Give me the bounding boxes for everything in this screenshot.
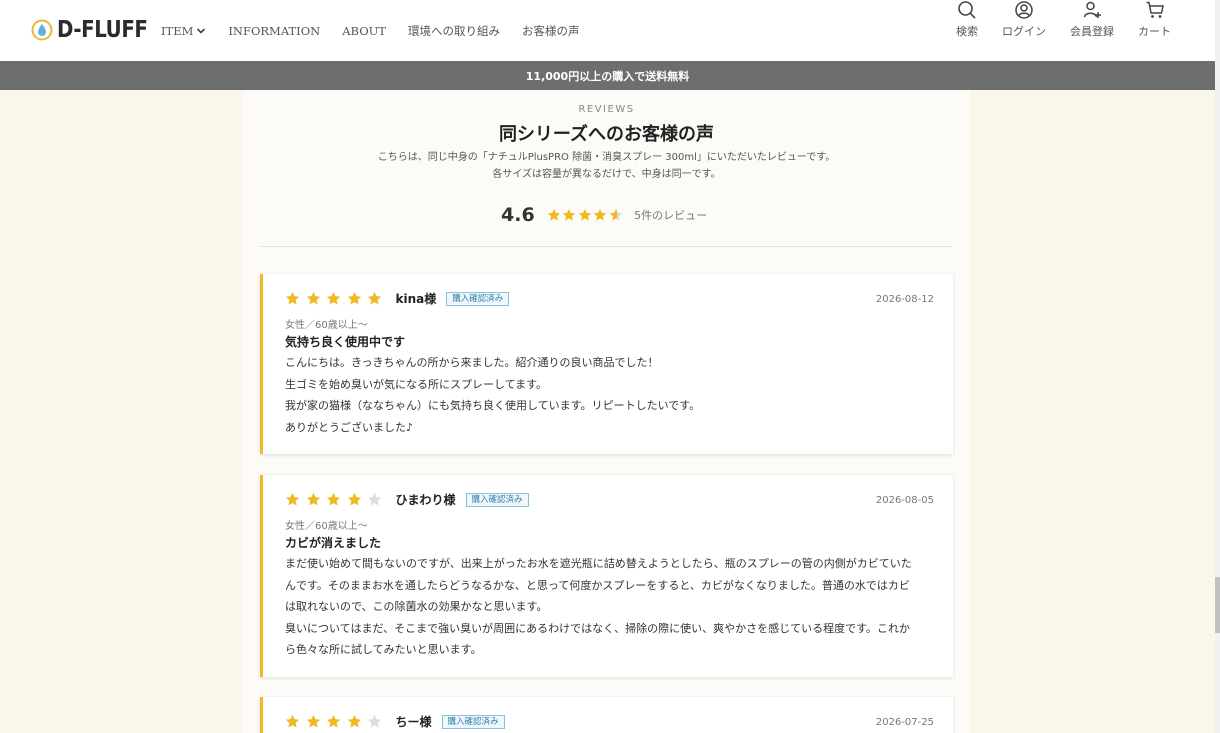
rating-summary: 4.6 5件のレビュー [501, 204, 707, 226]
section-divider [260, 246, 953, 247]
search-label: 検索 [956, 25, 978, 38]
reviewer-name: ひまわり様 [395, 493, 456, 507]
main-nav: ITEM INFORMATION ABOUT 環境への取り組み お客様の声 [161, 23, 601, 39]
reviews-description: こちらは、同じ中身の「ナチュルPlusPRO 除菌・消臭スプレー 300ml」に… [243, 149, 970, 183]
review-line: ら色々な所に試してみたいと思います。 [285, 643, 482, 656]
logo-drop-icon [31, 19, 53, 41]
review-body: こんにちは。きっきちゃんの所から来ました。紹介通りの良い商品でした！ 生ゴミを始… [285, 352, 945, 438]
page-scrollbar[interactable] [1215, 0, 1220, 733]
review-card: kina様 購入確認済み 2026-08-12 女性／60歳以上〜 気持ち良く使… [260, 274, 953, 454]
star-icon [594, 208, 607, 221]
star-icon [285, 492, 300, 506]
star-icon [326, 291, 341, 305]
review-header: ひまわり様 購入確認済み [285, 491, 529, 508]
star-icon [347, 492, 361, 506]
nav-label: ITEM [161, 24, 194, 38]
review-line: 生ゴミを始め臭いが気になる所にスプレーしてます。 [285, 377, 548, 391]
login-button[interactable]: ログイン [1002, 0, 1046, 39]
review-date: 2026-07-25 [875, 717, 934, 728]
user-circle-icon [1015, 1, 1033, 19]
cart-icon [1146, 1, 1164, 18]
nav-item-information[interactable]: INFORMATION [228, 24, 320, 38]
reviews-desc-line: こちらは、同じ中身の「ナチュルPlusPRO 除菌・消臭スプレー 300ml」に… [377, 152, 836, 163]
review-header: ちー様 購入確認済み [285, 713, 505, 730]
site-logo[interactable]: D-FLUFF [31, 17, 162, 43]
verified-badge: 購入確認済み [465, 492, 529, 507]
nav-item-voices[interactable]: お客様の声 [522, 23, 580, 39]
star-icon [326, 492, 341, 506]
logo-text: D-FLUFF [57, 17, 148, 43]
star-icon [367, 714, 382, 728]
review-title: 気持ち良く使用中です [285, 335, 406, 349]
summary-stars [547, 208, 625, 222]
star-icon [306, 492, 320, 506]
review-line: 臭いについてはまだ、そこまで強い臭いが周囲にあるわけではなく、掃除の際に使い、爽… [285, 621, 911, 635]
verified-badge: 購入確認済み [441, 714, 505, 729]
star-icon [547, 208, 560, 221]
star-icon [306, 714, 320, 728]
nav-item-environment[interactable]: 環境への取り組み [408, 23, 500, 39]
reviews-desc-line: 各サイズは容量が異なるだけで、中身は同一です。 [492, 169, 721, 180]
reviewer-name: kina様 [395, 292, 437, 306]
average-rating: 4.6 [501, 204, 535, 226]
register-label: 会員登録 [1070, 25, 1114, 38]
review-date: 2026-08-12 [875, 294, 934, 305]
star-icon [563, 208, 576, 221]
cart-button[interactable]: カート [1138, 0, 1171, 39]
reviews-eyebrow: REVIEWS [578, 104, 635, 115]
cart-label: カート [1138, 25, 1171, 38]
register-button[interactable]: 会員登録 [1070, 0, 1114, 39]
review-line: は取れないので、この除菌水の効果かなと思います。 [285, 600, 548, 613]
star-icon [347, 714, 361, 728]
star-icon [285, 714, 300, 728]
verified-badge: 購入確認済み [446, 291, 510, 306]
search-icon [958, 1, 976, 19]
review-line: まだ使い始めて間もないのですが、出来上がったお水を遮光瓶に詰め替えようとしたら、… [285, 557, 912, 570]
review-header: kina様 購入確認済み [285, 290, 510, 307]
review-line: こんにちは。きっきちゃんの所から来ました。紹介通りの良い商品でした！ [285, 356, 659, 369]
reviews-title: 同シリーズへのお客様の声 [498, 124, 715, 145]
reviewer-meta: 女性／60歳以上〜 [285, 320, 368, 331]
review-stars [285, 291, 388, 306]
review-body: まだ使い始めて間もないのですが、出来上がったお水を遮光瓶に詰め替えようとしたら、… [285, 553, 945, 661]
user-plus-icon [1083, 1, 1101, 18]
review-stars [285, 492, 388, 507]
star-icon [609, 208, 622, 221]
star-icon [367, 291, 382, 305]
review-line: 我が家の猫様（ななちゃん）にも気持ち良く使用しています。リピートしたいです。 [285, 399, 701, 412]
nav-item-about[interactable]: ABOUT [342, 24, 386, 38]
review-line: んです。そのままお水を通したらどうなるかな、と思って何度かスプレーをすると、カビ… [285, 578, 910, 592]
chevron-down-icon [197, 28, 206, 34]
nav-item-item[interactable]: ITEM [161, 24, 206, 38]
star-icon [578, 208, 591, 221]
star-icon [285, 291, 300, 305]
review-date: 2026-08-05 [875, 495, 934, 506]
login-label: ログイン [1002, 25, 1046, 38]
star-icon [326, 714, 341, 728]
reviewer-meta: 女性／60歳以上〜 [285, 521, 368, 532]
star-icon [306, 291, 320, 305]
review-title: カビが消えました [285, 536, 382, 550]
reviewer-name: ちー様 [395, 715, 432, 729]
search-button[interactable]: 検索 [956, 0, 978, 39]
reviews-section: REVIEWS 同シリーズへのお客様の声 こちらは、同じ中身の「ナチュルPlus… [243, 90, 970, 733]
review-card: ちー様 購入確認済み 2026-07-25 [260, 697, 953, 733]
review-card: ひまわり様 購入確認済み 2026-08-05 女性／60歳以上〜 カビが消えま… [260, 475, 953, 677]
scrollbar-thumb[interactable] [1215, 577, 1220, 633]
star-icon [347, 291, 361, 305]
review-stars [285, 714, 388, 729]
review-count: 5件のレビュー [634, 209, 708, 222]
site-header: D-FLUFF ITEM INFORMATION ABOUT 環境への取り組み … [0, 0, 1215, 61]
free-shipping-banner: 11,000円以上の購入で送料無料 [0, 61, 1215, 90]
star-icon [367, 492, 382, 506]
review-line: ありがとうございました♪ [285, 420, 414, 434]
